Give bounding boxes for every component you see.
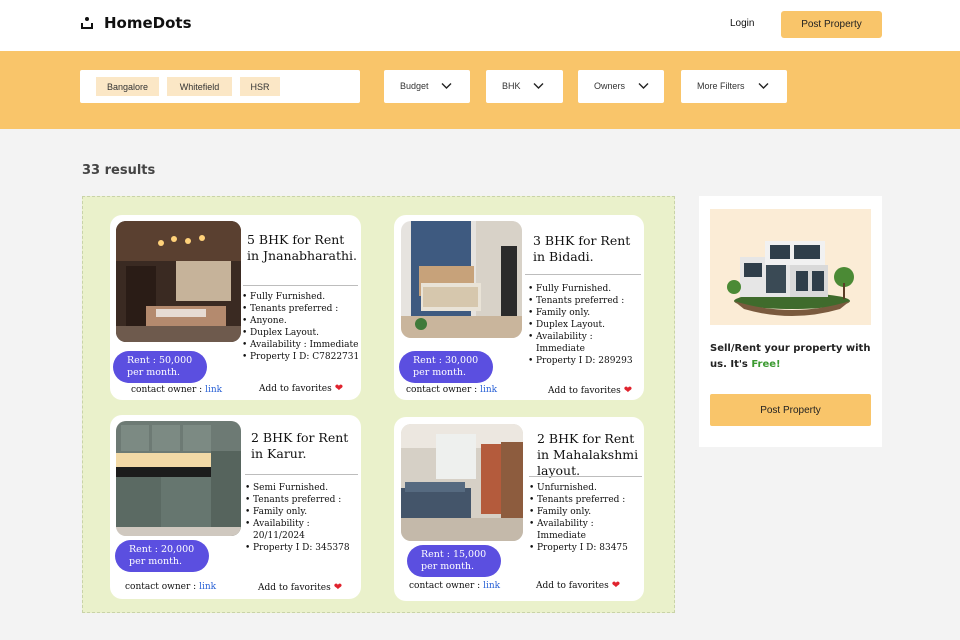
contact-owner-link[interactable]: link	[205, 385, 222, 395]
owners-dropdown[interactable]: Owners	[578, 70, 664, 103]
rent-badge: Rent : 15,000 per month.	[407, 545, 501, 577]
brand-name: HomeDots	[104, 14, 192, 32]
post-property-button[interactable]: Post Property	[781, 11, 882, 38]
chevron-down-icon	[441, 83, 452, 89]
sidebar-post-property-button[interactable]: Post Property	[710, 394, 871, 426]
listing-features: Fully Furnished.Tenants preferred : Fami…	[528, 283, 644, 367]
contact-owner: contact owner : link	[131, 385, 223, 395]
dropdown-label: BHK	[502, 81, 521, 91]
house-illustration	[710, 209, 871, 325]
contact-owner-link[interactable]: link	[480, 385, 497, 395]
dropdown-label: Owners	[594, 81, 626, 91]
chevron-down-icon	[758, 83, 769, 89]
listing-card[interactable]: 2 BHK for Rentin Mahalakshmilayout. Unfu…	[394, 417, 644, 601]
budget-dropdown[interactable]: Budget	[384, 70, 470, 103]
add-to-favorites-button[interactable]: Add to favorites ❤	[258, 582, 342, 593]
listing-card[interactable]: 3 BHK for Rentin Bidadi. Fully Furnished…	[394, 215, 644, 400]
divider	[529, 476, 642, 477]
add-to-favorites-button[interactable]: Add to favorites ❤	[536, 580, 620, 591]
top-navbar: HomeDots Login Post Property	[0, 0, 960, 51]
listing-features: Unfurnished.Tenants preferred : Family o…	[529, 482, 644, 554]
promo-text: Sell/Rent your property with us. It's Fr…	[710, 343, 871, 370]
location-chip-whitefield[interactable]: Whitefield	[167, 77, 232, 96]
brand-logo[interactable]: HomeDots	[80, 14, 192, 32]
listings-panel: 5 BHK for Rentin Jnanabharathi. Fully Fu…	[82, 196, 675, 613]
listing-title: 3 BHK for Rent in Bidadi.	[533, 233, 631, 264]
location-chip-hsr[interactable]: HSR	[240, 77, 280, 96]
chevron-down-icon	[533, 83, 544, 89]
listing-features: Fully Furnished.Tenants preferred : Anyo…	[242, 291, 359, 363]
heart-icon: ❤	[623, 385, 633, 396]
heart-icon: ❤	[333, 582, 343, 593]
heart-icon: ❤	[334, 383, 344, 394]
divider	[243, 285, 358, 286]
listing-title: 2 BHK for Rent in Karur.	[251, 430, 349, 461]
login-link[interactable]: Login	[730, 18, 754, 29]
house-dots-icon	[80, 16, 94, 30]
rent-badge: Rent : 20,000 per month.	[115, 540, 209, 572]
rent-badge: Rent : 30,000 per month.	[399, 351, 493, 383]
filter-bar: Bangalore Whitefield HSR Budget BHK Owne…	[0, 51, 960, 129]
listing-card[interactable]: 5 BHK for Rentin Jnanabharathi. Fully Fu…	[110, 215, 361, 400]
add-to-favorites-button[interactable]: Add to favorites ❤	[259, 383, 343, 394]
listing-title: 5 BHK for Rent in Jnanabharathi.	[247, 232, 358, 263]
contact-owner-link[interactable]: link	[199, 582, 216, 592]
bhk-dropdown[interactable]: BHK	[486, 70, 563, 103]
add-to-favorites-button[interactable]: Add to favorites ❤	[548, 385, 632, 396]
listing-photo[interactable]	[116, 221, 241, 342]
location-chip-bangalore[interactable]: Bangalore	[96, 77, 159, 96]
results-count: 33 results	[82, 163, 156, 178]
listing-title: 2 BHK for Rent in Mahalakshmi layout.	[537, 431, 639, 478]
location-search[interactable]: Bangalore Whitefield HSR	[80, 70, 360, 103]
listing-photo[interactable]	[401, 221, 522, 338]
listing-features: Semi Furnished.Tenants preferred : Famil…	[245, 482, 361, 554]
contact-owner: contact owner : link	[406, 385, 498, 395]
heart-icon: ❤	[611, 580, 621, 591]
dropdown-label: More Filters	[697, 81, 745, 91]
divider	[525, 274, 641, 275]
contact-owner: contact owner : link	[409, 581, 501, 591]
dropdown-label: Budget	[400, 81, 429, 91]
sell-rent-promo: Sell/Rent your property with us. It's Fr…	[699, 196, 882, 447]
listing-card[interactable]: 2 BHK for Rentin Karur. Semi Furnished.T…	[110, 415, 361, 599]
listing-photo[interactable]	[116, 421, 241, 536]
chevron-down-icon	[638, 83, 649, 89]
rent-badge: Rent : 50,000 per month.	[113, 351, 207, 383]
listing-photo[interactable]	[401, 424, 523, 541]
more-filters-dropdown[interactable]: More Filters	[681, 70, 787, 103]
contact-owner-link[interactable]: link	[483, 581, 500, 591]
divider	[245, 474, 358, 475]
contact-owner: contact owner : link	[125, 582, 217, 592]
